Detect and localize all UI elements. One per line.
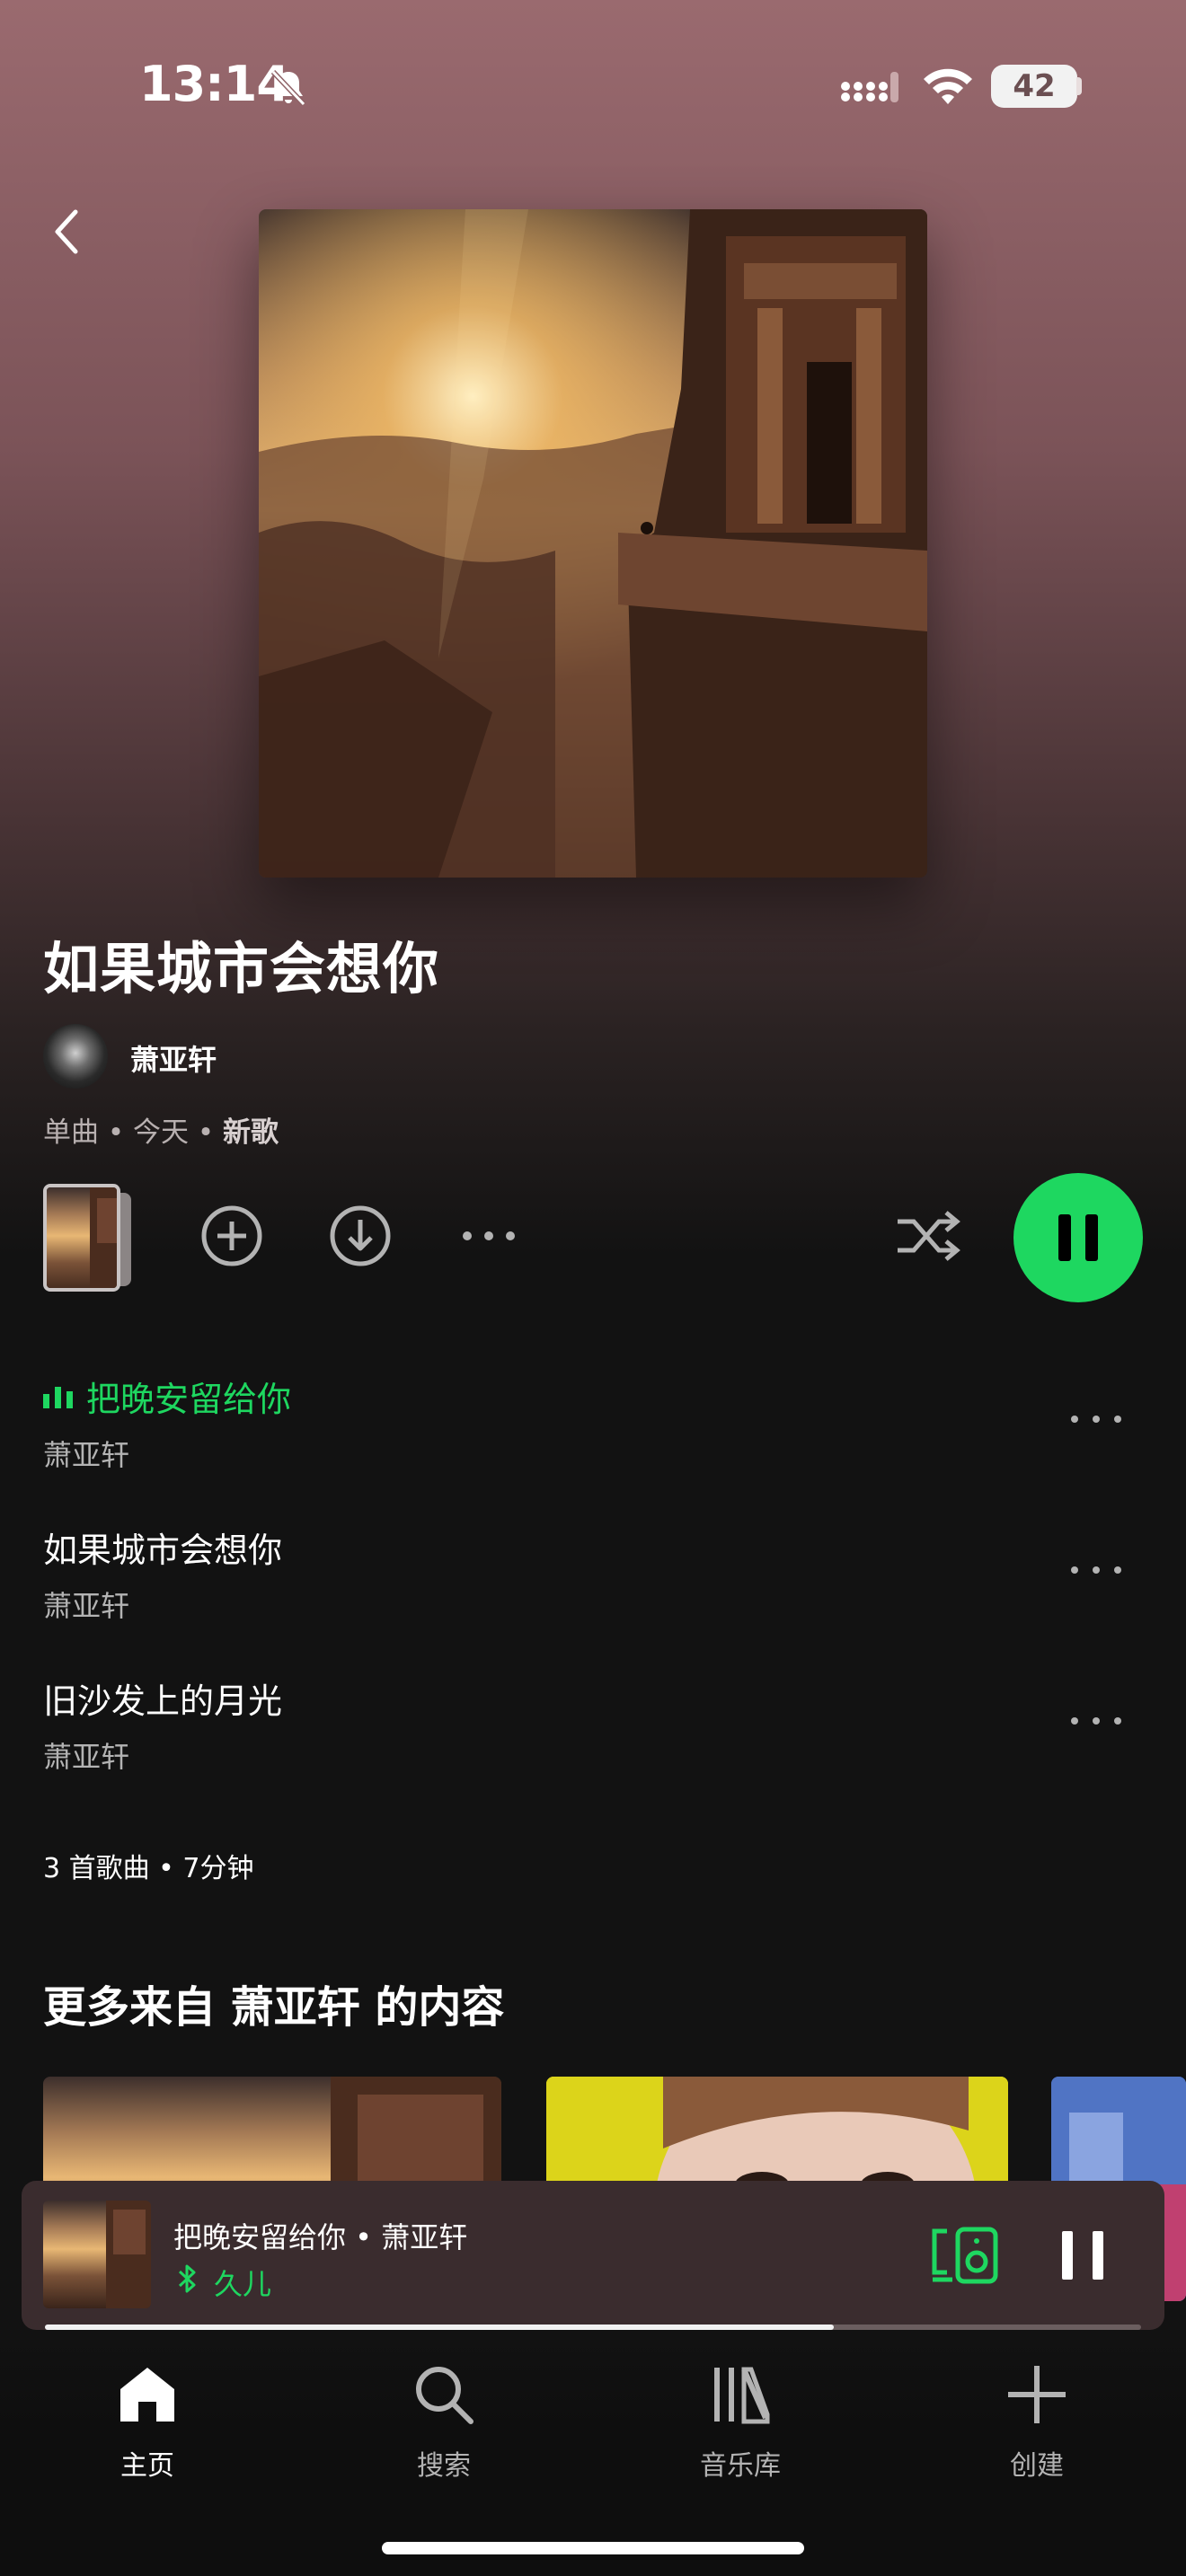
- nav-library[interactable]: 音乐库: [651, 2362, 830, 2483]
- track-summary: 3 首歌曲 • 7分钟: [43, 1853, 254, 1884]
- library-icon: [714, 2367, 770, 2424]
- home-icon: [120, 2368, 174, 2422]
- connect-device-icon[interactable]: [931, 2226, 999, 2285]
- release-tag: 新歌: [223, 1116, 279, 1149]
- nav-label: 音乐库: [700, 2450, 781, 2482]
- track-more-icon[interactable]: [1069, 1561, 1123, 1579]
- nav-home[interactable]: 主页: [58, 2362, 237, 2483]
- track-more-icon[interactable]: [1069, 1712, 1123, 1730]
- bluetooth-icon: [178, 2264, 196, 2293]
- artist-name[interactable]: 萧亚轩: [130, 1037, 217, 1079]
- release-type: 单曲: [43, 1116, 99, 1149]
- track-title[interactable]: 把晚安留给你: [86, 1372, 291, 1421]
- pause-icon: [1058, 1214, 1098, 1261]
- track-artist: 萧亚轩: [43, 1589, 130, 1623]
- more-options-icon[interactable]: [456, 1204, 521, 1268]
- release-date: 今天: [133, 1116, 189, 1149]
- shuffle-icon[interactable]: [894, 1204, 962, 1268]
- album-cover: [259, 209, 927, 878]
- plus-icon: [1008, 2366, 1066, 2423]
- battery-nub: [1076, 77, 1082, 95]
- mini-player-art: [43, 2201, 151, 2308]
- more-from-artist-title: 更多来自 萧亚轩 的内容: [43, 1982, 505, 2033]
- wifi-icon: [924, 68, 972, 104]
- nav-label: 搜索: [417, 2450, 471, 2482]
- album-cover-art: [259, 209, 927, 878]
- thumbnail-front-card: [43, 1184, 120, 1292]
- track-title[interactable]: 旧沙发上的月光: [43, 1673, 282, 1723]
- download-icon[interactable]: [328, 1204, 393, 1268]
- thumbnail-art: [47, 1187, 117, 1288]
- nav-create[interactable]: 创建: [947, 2362, 1127, 2483]
- mini-pause-icon[interactable]: [1058, 2228, 1109, 2283]
- release-title: 如果城市会想你: [43, 936, 440, 1001]
- meta-separator: •: [107, 1116, 133, 1149]
- track-more-icon[interactable]: [1069, 1410, 1123, 1428]
- status-time: 13:14: [139, 56, 290, 112]
- nav-label: 主页: [120, 2450, 174, 2482]
- now-playing-bars-icon: [43, 1387, 73, 1408]
- connected-device: 久儿: [214, 2267, 272, 2301]
- mini-art-image: [43, 2201, 151, 2308]
- playback-progress-fill: [45, 2325, 834, 2330]
- add-to-library-icon[interactable]: [199, 1204, 264, 1268]
- nav-search[interactable]: 搜索: [354, 2362, 534, 2483]
- artist-avatar[interactable]: [43, 1024, 108, 1089]
- battery-indicator: 42: [991, 65, 1077, 108]
- track-artist: 萧亚轩: [43, 1740, 130, 1774]
- track-title[interactable]: 如果城市会想你: [43, 1522, 282, 1572]
- search-icon: [416, 2367, 474, 2424]
- cellular-signal-icon: [841, 72, 898, 102]
- nav-label: 创建: [1010, 2450, 1064, 2482]
- preview-thumbnail[interactable]: [43, 1184, 137, 1292]
- back-chevron-icon[interactable]: [43, 205, 97, 259]
- bell-slash-icon: [270, 69, 306, 107]
- home-indicator: [382, 2542, 804, 2554]
- pause-button[interactable]: [1013, 1173, 1143, 1302]
- release-meta: 单曲 • 今天 • 新歌: [43, 1109, 279, 1150]
- track-artist: 萧亚轩: [43, 1438, 130, 1472]
- meta-separator: •: [197, 1116, 223, 1149]
- mini-player-track: 把晚安留给你 • 萧亚轩: [173, 2220, 468, 2254]
